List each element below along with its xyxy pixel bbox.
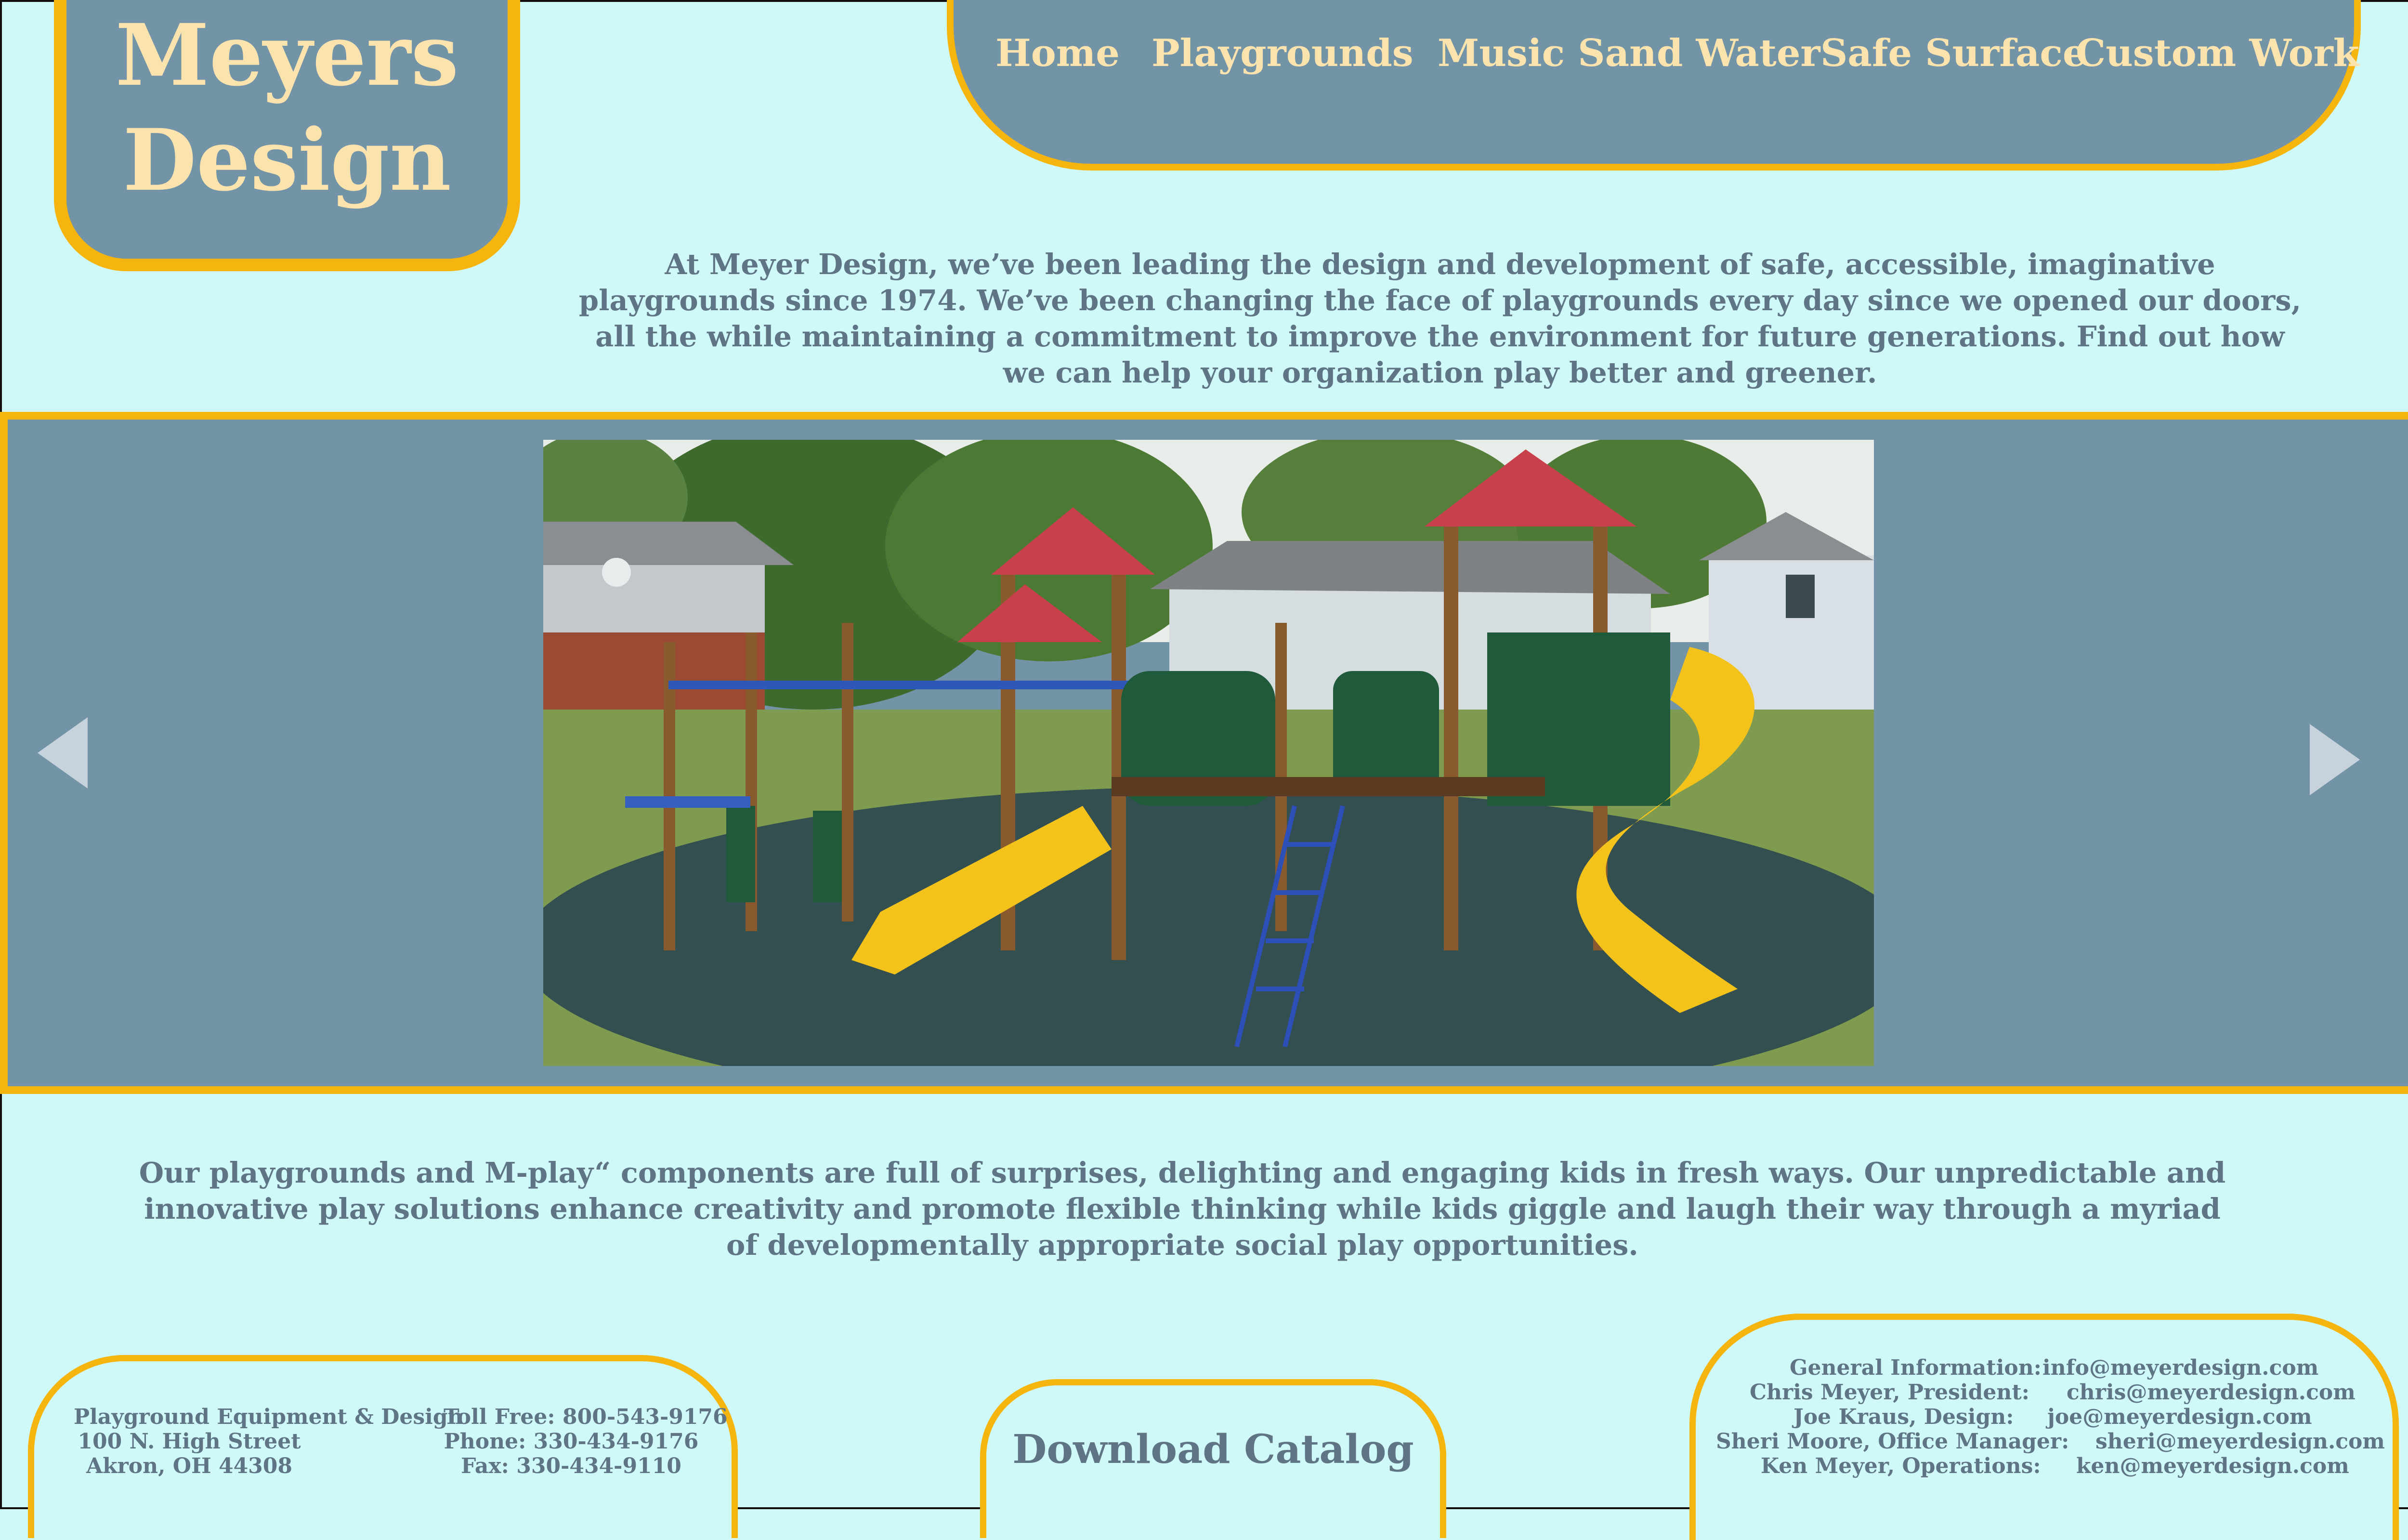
contact-email[interactable]: joe@meyerdesign.com bbox=[2047, 1405, 2312, 1429]
address-block: Playground Equipment & Design 100 N. Hig… bbox=[74, 1405, 463, 1478]
catalog-panel[interactable]: Download Catalog bbox=[980, 1379, 1446, 1538]
contact-email[interactable]: sheri@meyerdesign.com bbox=[2095, 1429, 2385, 1454]
contact-label: Joe Kraus, Design: bbox=[1793, 1405, 2014, 1429]
nav-home[interactable]: Home bbox=[995, 31, 1120, 75]
download-catalog-button[interactable]: Download Catalog bbox=[986, 1426, 1440, 1473]
chevron-right-icon[interactable] bbox=[2310, 724, 2360, 795]
nav-music-sand-water[interactable]: Music Sand Water bbox=[1438, 31, 1820, 75]
playground-photo bbox=[543, 440, 1874, 1066]
phone-number: Phone: 330-434-9176 bbox=[444, 1429, 699, 1454]
contact-label: General Information: bbox=[1790, 1356, 2042, 1380]
toll-free-number: Toll Free: 800-543-9176 bbox=[444, 1405, 728, 1429]
fax-number: Fax: 330-434-9110 bbox=[461, 1454, 681, 1478]
contact-label: Sheri Moore, Office Manager: bbox=[1716, 1429, 2069, 1454]
main-nav: Home Playgrounds Music Sand Water Safe S… bbox=[947, 0, 2361, 171]
nav-playgrounds[interactable]: Playgrounds bbox=[1152, 31, 1413, 75]
street-address: 100 N. High Street bbox=[78, 1429, 301, 1454]
chevron-left-icon[interactable] bbox=[38, 717, 88, 789]
contact-label: Chris Meyer, President: bbox=[1750, 1380, 2029, 1405]
address-panel: Playground Equipment & Design 100 N. Hig… bbox=[28, 1355, 738, 1538]
contact-email[interactable]: chris@meyerdesign.com bbox=[2067, 1380, 2356, 1405]
city-state-zip: Akron, OH 44308 bbox=[86, 1454, 293, 1478]
image-carousel bbox=[0, 412, 2408, 1094]
nav-safe-surface[interactable]: Safe Surface bbox=[1820, 31, 2087, 75]
logo-line-1: Meyers bbox=[115, 5, 459, 105]
contacts-panel: General Information: info@meyerdesign.co… bbox=[1689, 1314, 2399, 1540]
intro-paragraph: At Meyer Design, we’ve been leading the … bbox=[578, 248, 2302, 389]
contact-label: Ken Meyer, Operations: bbox=[1761, 1454, 2041, 1478]
company-name: Playground Equipment & Design bbox=[74, 1405, 463, 1429]
about-paragraph: Our playgrounds and M-play“ components a… bbox=[139, 1156, 2226, 1262]
site-logo[interactable]: Meyers Design bbox=[54, 0, 520, 271]
contact-email[interactable]: info@meyerdesign.com bbox=[2042, 1356, 2318, 1380]
nav-custom-work[interactable]: Custom Work bbox=[2076, 31, 2359, 75]
contact-email[interactable]: ken@meyerdesign.com bbox=[2076, 1454, 2349, 1478]
phone-block: Toll Free: 800-543-9176 Phone: 330-434-9… bbox=[444, 1405, 728, 1478]
logo-line-2: Design bbox=[123, 110, 451, 210]
